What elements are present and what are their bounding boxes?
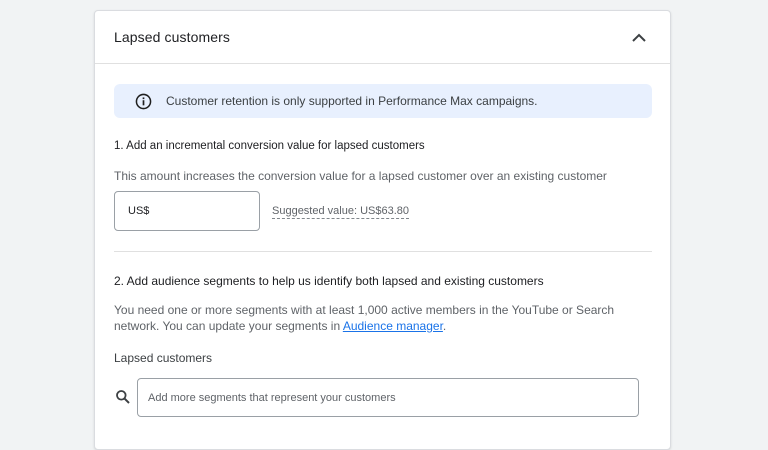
section2-description: You need one or more segments with at le… xyxy=(114,302,614,334)
currency-prefix: US$ xyxy=(128,205,150,217)
conversion-value-input[interactable]: US$ xyxy=(114,191,260,231)
section2-description-line1: You need one or more segments with at le… xyxy=(114,303,615,317)
chevron-up-icon xyxy=(632,33,646,42)
card-title: Lapsed customers xyxy=(114,29,230,45)
suggested-value[interactable]: Suggested value: US$63.80 xyxy=(272,205,409,219)
section1-heading: 1. Add an incremental conversion value f… xyxy=(114,140,425,152)
segment-search-input[interactable]: Add more segments that represent your cu… xyxy=(137,378,639,417)
description-line2-prefix: network. You can update your segments in xyxy=(114,319,343,333)
banner-text: Customer retention is only supported in … xyxy=(166,94,538,108)
lapsed-customers-label: Lapsed customers xyxy=(114,351,213,365)
collapse-button[interactable] xyxy=(628,26,650,48)
segment-search-placeholder: Add more segments that represent your cu… xyxy=(148,391,396,404)
card-header[interactable]: Lapsed customers xyxy=(95,11,670,64)
info-banner: Customer retention is only supported in … xyxy=(114,84,652,118)
section2-description-line2: network. You can update your segments in… xyxy=(114,318,614,334)
description-line2-suffix: . xyxy=(442,319,447,333)
section2-heading: 2. Add audience segments to help us iden… xyxy=(114,274,544,288)
search-icon xyxy=(115,389,131,405)
info-icon xyxy=(135,93,152,109)
audience-manager-link[interactable]: Audience manager xyxy=(343,319,443,333)
section-divider xyxy=(114,251,652,252)
lapsed-customers-card: Lapsed customers Customer retention is o… xyxy=(94,10,671,450)
section1-description: This amount increases the conversion val… xyxy=(114,169,607,183)
